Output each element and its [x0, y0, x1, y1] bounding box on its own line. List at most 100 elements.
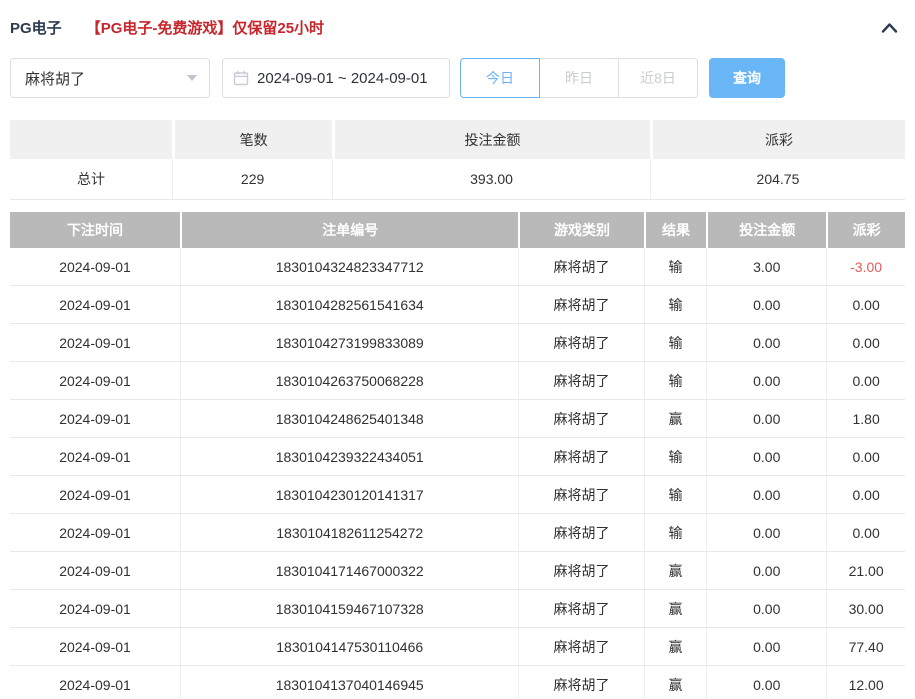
table-row: 2024-09-011830104282561541634麻将胡了输0.000.… [10, 286, 905, 324]
table-cell: 赢 [644, 628, 707, 666]
date-range-input[interactable]: 2024-09-01 ~ 2024-09-01 [222, 58, 450, 98]
table-cell: 麻将胡了 [518, 400, 643, 438]
table-cell: 0.00 [706, 666, 826, 699]
table-cell: 输 [644, 438, 707, 476]
header-payout: 派彩 [826, 212, 905, 248]
table-cell: 2024-09-01 [10, 628, 180, 666]
table-row: 2024-09-011830104239322434051麻将胡了输0.000.… [10, 438, 905, 476]
summary-total-label: 总计 [10, 159, 172, 200]
table-cell: 0.00 [706, 628, 826, 666]
table-cell: 2024-09-01 [10, 590, 180, 628]
table-cell: 1830104147530110466 [180, 628, 518, 666]
table-cell: 输 [644, 248, 707, 286]
header-game-type: 游戏类别 [518, 212, 643, 248]
chevron-down-icon [187, 75, 197, 81]
summary-total-payout: 204.75 [650, 159, 905, 200]
table-cell: 0.00 [706, 552, 826, 590]
last-8-days-button[interactable]: 近8日 [618, 58, 698, 98]
table-row: 2024-09-011830104137040146945麻将胡了赢0.0012… [10, 666, 905, 699]
summary-total-row: 总计 229 393.00 204.75 [10, 159, 905, 200]
table-cell: 0.00 [826, 438, 905, 476]
table-cell: 赢 [644, 400, 707, 438]
date-range-value: 2024-09-01 ~ 2024-09-01 [257, 70, 428, 87]
table-cell: 0.00 [826, 514, 905, 552]
yesterday-button[interactable]: 昨日 [539, 58, 619, 98]
table-cell: 1830104230120141317 [180, 476, 518, 514]
header-result: 结果 [644, 212, 707, 248]
table-cell: 麻将胡了 [518, 476, 643, 514]
table-row: 2024-09-011830104230120141317麻将胡了输0.000.… [10, 476, 905, 514]
panel-header: PG电子 【PG电子-免费游戏】仅保留25小时 [0, 0, 915, 55]
table-cell: 1830104182611254272 [180, 514, 518, 552]
pg-records-panel: PG电子 【PG电子-免费游戏】仅保留25小时 麻将胡了 [0, 0, 915, 699]
table-row: 2024-09-011830104273199833089麻将胡了输0.000.… [10, 324, 905, 362]
table-cell: 1830104159467107328 [180, 590, 518, 628]
table-cell: 77.40 [826, 628, 905, 666]
panel-title: PG电子 [10, 17, 62, 38]
table-cell: 30.00 [826, 590, 905, 628]
table-cell: 1.80 [826, 400, 905, 438]
table-cell: 输 [644, 324, 707, 362]
table-cell: 0.00 [826, 362, 905, 400]
chevron-up-icon [881, 22, 898, 34]
table-cell: 12.00 [826, 666, 905, 699]
table-cell: 2024-09-01 [10, 400, 180, 438]
table-row: 2024-09-011830104182611254272麻将胡了输0.000.… [10, 514, 905, 552]
table-cell: 0.00 [706, 438, 826, 476]
table-cell: 输 [644, 514, 707, 552]
summary-header-empty [10, 120, 172, 159]
table-row: 2024-09-011830104171467000322麻将胡了赢0.0021… [10, 552, 905, 590]
panel-notice: 【PG电子-免费游戏】仅保留25小时 [86, 17, 324, 38]
search-button[interactable]: 查询 [709, 58, 785, 98]
table-cell: 输 [644, 286, 707, 324]
table-cell: 1830104273199833089 [180, 324, 518, 362]
table-row: 2024-09-011830104248625401348麻将胡了赢0.001.… [10, 400, 905, 438]
header-bet-amount: 投注金额 [706, 212, 826, 248]
summary-total-bet-amount: 393.00 [332, 159, 650, 200]
table-cell: 2024-09-01 [10, 248, 180, 286]
quick-date-button-group: 今日 昨日 近8日 [460, 58, 698, 98]
table-cell: 1830104137040146945 [180, 666, 518, 699]
records-body: 2024-09-011830104324823347712麻将胡了输3.00-3… [10, 248, 905, 699]
table-cell: 2024-09-01 [10, 514, 180, 552]
table-cell: 0.00 [706, 286, 826, 324]
summary-header-payout: 派彩 [650, 120, 905, 159]
table-cell: 1830104248625401348 [180, 400, 518, 438]
table-cell: 麻将胡了 [518, 590, 643, 628]
summary-table: 笔数 投注金额 派彩 总计 229 393.00 204.75 [10, 120, 905, 200]
table-cell: 输 [644, 362, 707, 400]
table-cell: 0.00 [706, 400, 826, 438]
table-cell: 输 [644, 476, 707, 514]
collapse-panel-button[interactable] [877, 16, 901, 40]
filter-bar: 麻将胡了 2024-09-01 ~ 2024-09-01 今日 昨日 近8日 查… [0, 55, 915, 99]
records-header-row: 下注时间 注单编号 游戏类别 结果 投注金额 派彩 [10, 212, 905, 248]
table-row: 2024-09-011830104147530110466麻将胡了赢0.0077… [10, 628, 905, 666]
summary-header-count: 笔数 [172, 120, 332, 159]
table-row: 2024-09-011830104263750068228麻将胡了输0.000.… [10, 362, 905, 400]
game-type-select[interactable]: 麻将胡了 [10, 58, 210, 98]
table-cell: 2024-09-01 [10, 286, 180, 324]
summary-total-count: 229 [172, 159, 332, 200]
summary-header-row: 笔数 投注金额 派彩 [10, 120, 905, 159]
table-cell: 2024-09-01 [10, 552, 180, 590]
table-cell: 2024-09-01 [10, 666, 180, 699]
header-bet-time: 下注时间 [10, 212, 180, 248]
today-button[interactable]: 今日 [460, 58, 540, 98]
table-cell: 赢 [644, 552, 707, 590]
table-row: 2024-09-011830104159467107328麻将胡了赢0.0030… [10, 590, 905, 628]
table-cell: 2024-09-01 [10, 476, 180, 514]
table-cell: 赢 [644, 666, 707, 699]
table-cell: 麻将胡了 [518, 286, 643, 324]
table-cell: 0.00 [826, 476, 905, 514]
table-cell: 2024-09-01 [10, 438, 180, 476]
table-cell: 0.00 [826, 286, 905, 324]
table-cell: 1830104171467000322 [180, 552, 518, 590]
table-cell: 麻将胡了 [518, 438, 643, 476]
table-cell: 0.00 [826, 324, 905, 362]
table-cell: 0.00 [706, 362, 826, 400]
table-cell: 1830104239322434051 [180, 438, 518, 476]
table-cell: 麻将胡了 [518, 628, 643, 666]
bet-records-table: 下注时间 注单编号 游戏类别 结果 投注金额 派彩 2024-09-011830… [10, 212, 905, 699]
table-cell: 0.00 [706, 476, 826, 514]
calendar-icon [233, 70, 249, 86]
